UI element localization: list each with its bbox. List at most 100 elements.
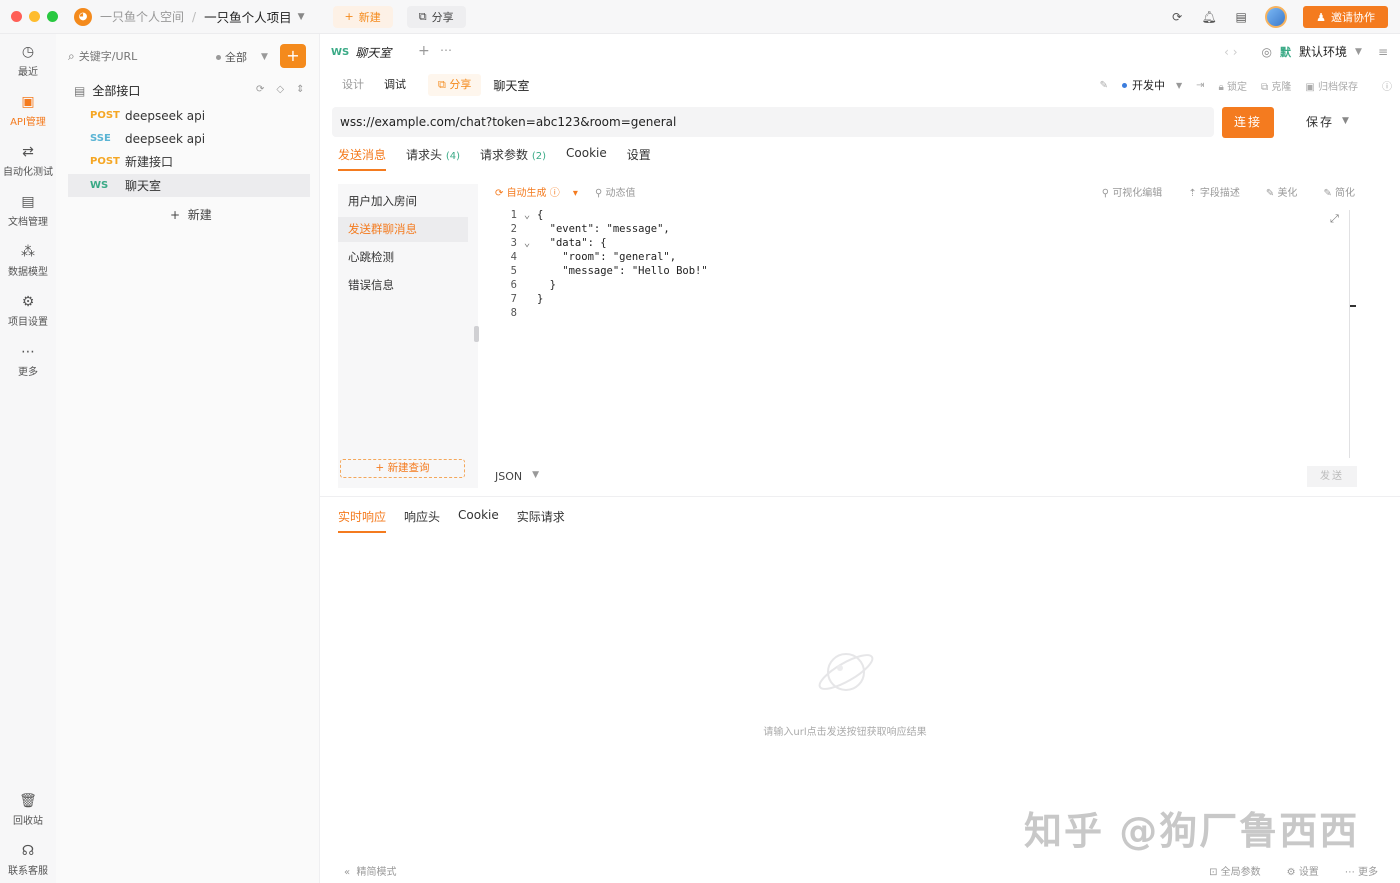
new-button[interactable]: + 新建 [332, 5, 393, 28]
clone-label: 克隆 [1271, 81, 1292, 93]
info-icon[interactable]: ⓘ [1382, 78, 1392, 93]
rail-item-settings[interactable]: ⚙ 项目设置 [0, 294, 56, 328]
line-number: 2 [510, 223, 517, 235]
resize-handle[interactable] [474, 326, 479, 342]
chevron-down-icon[interactable]: ▼ [298, 12, 305, 22]
tab-more-icon[interactable]: ⋯ [440, 43, 452, 57]
minimize-window-button[interactable] [29, 11, 40, 22]
rail-item-trash[interactable]: 🗑︎ 回收站 [0, 793, 56, 827]
tab-design[interactable]: 设计 [332, 74, 374, 96]
menu-icon[interactable]: ≡ [1378, 45, 1388, 59]
rail-item-recent[interactable]: ◷ 最近 [0, 44, 56, 78]
refresh-icon[interactable]: ⟳ [256, 84, 264, 95]
request-name[interactable]: 聊天室 [493, 77, 529, 94]
environment-select[interactable]: ‹ › ◎ 默 默认环境 ▼ ≡ [1224, 43, 1388, 60]
code-editor[interactable]: 1 ⌄{ 2 "event": "message", 3 ⌄ "data": { 4… [495, 208, 1350, 454]
more-button[interactable]: ⋯ 更多 [1345, 863, 1378, 878]
tree-item[interactable]: POST deepseek api [68, 104, 310, 127]
tree-item[interactable]: WS 聊天室 [68, 174, 310, 197]
line-number: 7 [510, 293, 517, 305]
workspace-name[interactable]: 一只鱼个人空间 [100, 8, 184, 25]
format-select[interactable]: JSON ▼ [495, 470, 539, 483]
chevron-down-icon[interactable]: ▼ [1342, 116, 1349, 126]
clone-action[interactable]: ⧉ 克隆 [1261, 78, 1291, 93]
list-item[interactable]: 错误信息 [338, 273, 468, 298]
list-item[interactable]: 用户加入房间 [338, 189, 468, 214]
connect-button[interactable]: 连接 [1222, 107, 1274, 138]
tree-new-button[interactable]: + 新建 [170, 206, 212, 223]
collapse-icon[interactable]: ⇥ [1196, 80, 1204, 91]
rail-item-docs[interactable]: ▤ 文档管理 [0, 194, 56, 228]
editor-scrollbar[interactable] [1349, 210, 1350, 458]
auto-generate-button[interactable]: ⟳ 自动生成 ⓘ ▾ [495, 184, 578, 199]
global-params-button[interactable]: ⊡ 全局参数 [1209, 863, 1261, 878]
edit-icon[interactable]: ✎ [1100, 80, 1108, 91]
expand-icon[interactable]: ⤢ [1330, 212, 1339, 226]
bell-icon[interactable]: 🔔︎ [1201, 9, 1217, 25]
message-icon[interactable]: ▤ [1233, 9, 1249, 25]
dynamic-value-button[interactable]: ⚲ 动态值 [595, 184, 636, 199]
code-line: 4 "room": "general", [495, 250, 1350, 264]
close-window-button[interactable] [11, 11, 22, 22]
tab-chat-room[interactable]: WS 聊天室 [331, 44, 391, 61]
add-api-button[interactable]: + [280, 44, 306, 68]
visual-edit-button[interactable]: ⚲ 可视化编辑 [1102, 184, 1163, 199]
panel-divider[interactable] [320, 496, 1400, 497]
list-item[interactable]: 发送群聊消息 [338, 217, 468, 242]
sync-icon[interactable]: ⟳ [1169, 9, 1185, 25]
scope-select[interactable]: 全部 ▼ [216, 49, 268, 65]
rail-item-api[interactable]: ▣ API管理 [0, 94, 56, 128]
rail-item-more[interactable]: ⋯ 更多 [0, 344, 56, 378]
tab-settings[interactable]: 设置 [627, 146, 651, 171]
fold-icon[interactable]: ⌄ [517, 236, 537, 250]
add-tab-icon[interactable]: + [418, 43, 430, 59]
tab-debug[interactable]: 调试 [374, 74, 416, 96]
send-button[interactable]: 发送 [1307, 466, 1357, 487]
rail-item-automation[interactable]: ⇄ 自动化测试 [0, 144, 56, 178]
avatar[interactable] [1265, 6, 1288, 28]
fold-icon[interactable]: ⌄ [517, 208, 537, 222]
nav-arrows-icon[interactable]: ‹ › [1224, 45, 1237, 59]
tab-headers[interactable]: 请求头 (4) [406, 146, 460, 171]
rail-item-models[interactable]: ⁂ 数据模型 [0, 244, 56, 278]
plus-icon: + [344, 10, 354, 23]
simplify-button[interactable]: ✎ 简化 [1323, 184, 1355, 199]
field-desc-button[interactable]: ⇡ 字段描述 [1188, 184, 1240, 199]
tab-live-response[interactable]: 实时响应 [338, 508, 387, 533]
tab-params[interactable]: 请求参数 (2) [480, 146, 546, 171]
code-text: } [537, 279, 556, 291]
sort-icon[interactable]: ⇕ [296, 84, 304, 95]
env-name: 默认环境 [1299, 45, 1348, 59]
tree-item[interactable]: SSE deepseek api [68, 127, 310, 150]
tab-cookie[interactable]: Cookie [566, 146, 607, 171]
method-badge: POST [90, 156, 120, 167]
tab-send-message[interactable]: 发送消息 [338, 146, 387, 171]
search-input[interactable] [78, 49, 199, 63]
tree-root[interactable]: ▤ 全部接口 [74, 82, 140, 99]
maximize-window-button[interactable] [47, 11, 58, 22]
lock-action[interactable]: 🔒︎ 锁定 [1219, 78, 1248, 93]
share-button[interactable]: ⧉ 分享 [406, 5, 466, 28]
code-line: 8 [495, 306, 1350, 320]
compact-mode-toggle[interactable]: « 精简模式 [344, 863, 396, 878]
tab-actual-request[interactable]: 实际请求 [517, 508, 565, 533]
settings-button[interactable]: ⚙ 设置 [1287, 863, 1319, 878]
url-input[interactable]: wss://example.com/chat?token=abc123&room… [332, 107, 1214, 137]
new-query-label: 新建查询 [387, 462, 430, 474]
project-name[interactable]: 一只鱼个人项目 [204, 7, 292, 26]
tab-response-cookie[interactable]: Cookie [458, 508, 499, 533]
tree-item[interactable]: POST 新建接口 [68, 150, 310, 173]
archive-action[interactable]: ▣ 归档保存 [1305, 78, 1358, 93]
list-item[interactable]: 心跳检测 [338, 245, 468, 270]
status-select[interactable]: 开发中 ▼ [1121, 77, 1182, 93]
new-query-button[interactable]: + 新建查询 [340, 459, 465, 478]
share-chip[interactable]: ⧉ 分享 [428, 74, 482, 96]
locate-icon[interactable]: ◇ [276, 84, 284, 95]
lock-label: 锁定 [1227, 81, 1248, 93]
rail-item-support[interactable]: ☊ 联系客服 [0, 843, 56, 877]
tab-response-headers[interactable]: 响应头 [404, 508, 440, 533]
beautify-button[interactable]: ✎ 美化 [1266, 184, 1298, 199]
invite-button[interactable]: ♟ 邀请协作 [1303, 6, 1388, 28]
env-settings-icon[interactable]: ◎ [1262, 45, 1272, 59]
